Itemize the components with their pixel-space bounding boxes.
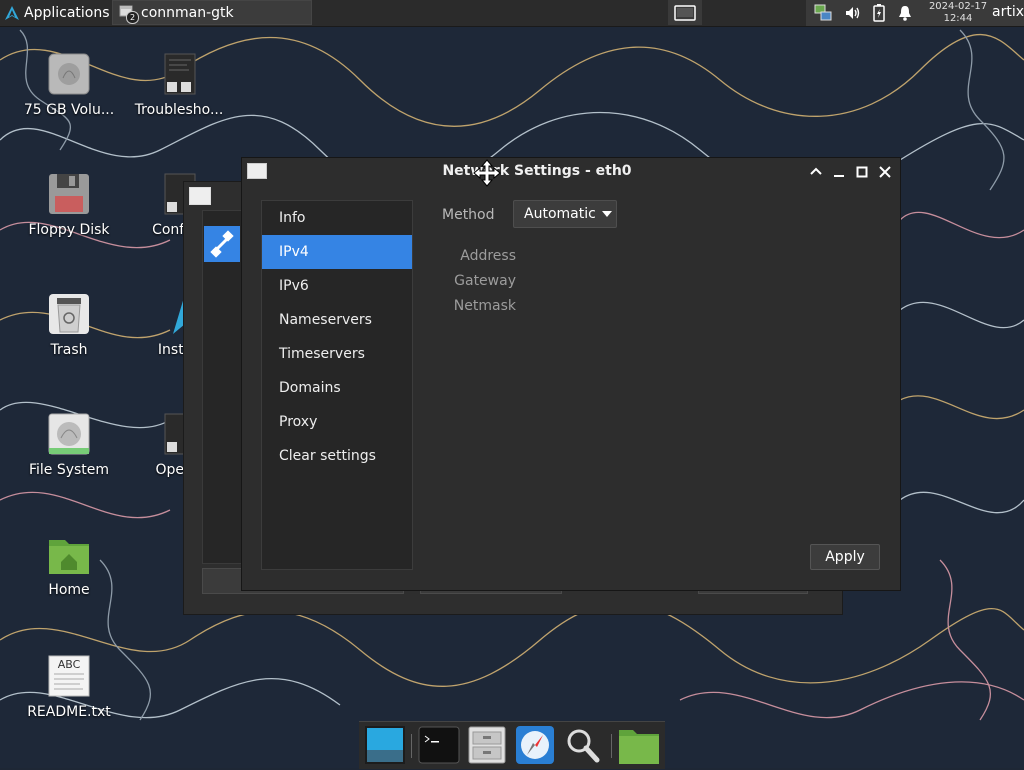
notification-bell-icon[interactable] <box>896 4 914 22</box>
dock-separator <box>411 734 412 758</box>
desktop-icon-floppy[interactable]: Floppy Disk <box>14 172 124 238</box>
window-title: Network Settings - eth0 <box>442 163 632 179</box>
nav-item-proxy[interactable]: Proxy <box>262 405 412 439</box>
chevron-down-icon <box>601 211 612 217</box>
terminal-icon <box>418 726 460 764</box>
window-count-badge: 2 <box>126 10 139 24</box>
desktop-icon-readme[interactable]: ABC README.txt <box>14 654 124 720</box>
desktop-icon-label: 75 GB Volu... <box>23 102 115 118</box>
method-dropdown-value: Automatic <box>524 206 596 222</box>
nav-item-nameservers[interactable]: Nameservers <box>262 303 412 337</box>
file-manager-icon <box>468 726 506 764</box>
desktop-icon-troubleshoot[interactable]: Troublesho... <box>124 52 234 118</box>
nav-item-ipv6[interactable]: IPv6 <box>262 269 412 303</box>
desktop-icon-label: File System <box>28 462 110 478</box>
applications-menu-button[interactable]: Applications <box>0 0 114 26</box>
netmask-label: Netmask <box>453 298 516 314</box>
user-menu-label[interactable]: artix <box>992 4 1024 20</box>
dock-show-desktop[interactable] <box>363 724 407 766</box>
dock-folder[interactable] <box>617 724 661 766</box>
top-panel: Applications 2 connman-gtk 2024-02-17 12… <box>0 0 1024 27</box>
nav-item-domains[interactable]: Domains <box>262 371 412 405</box>
close-button[interactable] <box>876 163 894 181</box>
maximize-button[interactable] <box>853 163 871 181</box>
artix-logo-icon <box>5 6 19 20</box>
dock-search[interactable] <box>561 724 605 766</box>
locked-file-icon <box>157 52 201 96</box>
desktop-icon-label: Floppy Disk <box>28 222 110 238</box>
taskbar-button-connman-gtk[interactable]: 2 connman-gtk <box>112 0 312 25</box>
desktop-icon-volume[interactable]: 75 GB Volu... <box>14 52 124 118</box>
trash-icon <box>47 292 91 336</box>
applications-label: Applications <box>24 5 110 21</box>
address-label: Address <box>460 248 516 264</box>
method-label: Method <box>442 207 495 223</box>
desktop-icon-label: Home <box>48 582 90 598</box>
window-titlebar[interactable]: Network Settings - eth0 <box>242 158 900 187</box>
system-tray: 2024-02-17 12:44 artix <box>806 0 1024 26</box>
window-group-icon: 2 <box>119 5 139 24</box>
dock-separator <box>611 734 612 758</box>
clock-time: 12:44 <box>943 13 973 24</box>
move-cursor-icon <box>473 159 501 187</box>
nav-item-info[interactable]: Info <box>262 201 412 235</box>
show-desktop-icon <box>365 726 405 764</box>
taskbar-label: connman-gtk <box>141 4 234 21</box>
dock <box>359 721 665 769</box>
nav-item-clear-settings[interactable]: Clear settings <box>262 439 412 473</box>
volume-icon[interactable] <box>844 4 862 22</box>
desktop-icon-trash[interactable]: Trash <box>14 292 124 358</box>
desktop-icon-file-system[interactable]: File System <box>14 412 124 478</box>
clock-date: 2024-02-17 <box>928 1 988 12</box>
minimize-button[interactable] <box>830 163 848 181</box>
ethernet-plug-icon <box>210 230 234 258</box>
show-desktop-icon <box>674 4 696 21</box>
method-dropdown[interactable]: Automatic <box>513 200 617 228</box>
clock[interactable]: 2024-02-17 12:44 <box>928 0 988 25</box>
apply-button[interactable]: Apply <box>810 544 880 570</box>
show-desktop-button[interactable] <box>668 0 702 25</box>
window-menu-icon[interactable] <box>189 187 211 205</box>
desktop-icon-label: Trash <box>50 342 88 358</box>
gateway-label: Gateway <box>454 273 516 289</box>
ethernet-service-item[interactable] <box>204 226 240 262</box>
drive-icon <box>47 52 91 96</box>
folder-icon <box>619 730 659 764</box>
settings-nav-list: Info IPv4 IPv6 Nameservers Timeservers D… <box>261 200 413 570</box>
search-icon <box>567 729 600 763</box>
battery-icon[interactable] <box>870 4 888 22</box>
desktop-icon-label: README.txt <box>27 704 111 720</box>
dock-web-browser[interactable] <box>513 724 557 766</box>
network-settings-window: Network Settings - eth0 Info IPv4 IPv6 N… <box>241 157 901 591</box>
shade-button[interactable] <box>807 163 825 181</box>
nav-item-timeservers[interactable]: Timeservers <box>262 337 412 371</box>
desktop-icon-home[interactable]: Home <box>14 532 124 598</box>
network-icon[interactable] <box>814 4 832 22</box>
floppy-icon <box>47 172 91 216</box>
dock-file-manager[interactable] <box>465 724 509 766</box>
home-folder-icon <box>47 532 91 576</box>
text-file-icon: ABC <box>47 654 91 698</box>
nav-item-ipv4[interactable]: IPv4 <box>262 235 412 269</box>
desktop-icon-label: Troublesho... <box>134 102 224 118</box>
text-file-icon-label: ABC <box>57 658 81 671</box>
web-browser-icon <box>516 726 554 764</box>
dock-terminal[interactable] <box>417 724 461 766</box>
hard-disk-icon <box>47 412 91 456</box>
